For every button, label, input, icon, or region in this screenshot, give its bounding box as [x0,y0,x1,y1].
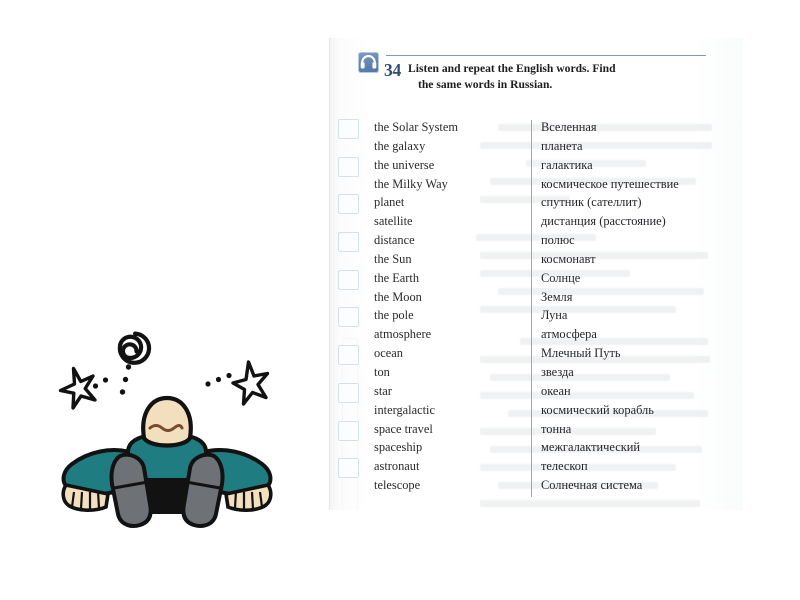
russian-word: космонавт [541,251,596,266]
checkbox-cell [334,250,364,269]
instruction-line-2: the same words in Russian. [418,77,553,91]
checkbox-cell [334,363,364,382]
exercise-instruction: Listen and repeat the English words. Fin… [408,61,708,92]
header-rule [386,55,706,56]
table-row: planet спутник (сателлит) [338,193,730,215]
russian-word: атмосфера [541,327,597,342]
english-word: the Sun [374,251,412,266]
russian-word: тонна [541,421,572,436]
russian-word: спутник (сателлит) [541,195,642,210]
checkbox-cell [334,401,364,420]
table-row: the Milky Way космическое путешествие [374,175,730,194]
english-word: astronaut [374,459,420,474]
headphones-icon [358,52,379,73]
checkbox-cell [334,344,364,366]
dot-trail-center [119,364,132,395]
checkbox-cell [334,212,364,231]
table-row: the Solar System Вселенная [338,118,730,139]
russian-word: Вселенная [541,120,597,134]
english-word: the Milky Way [374,176,448,191]
russian-word: Земля [541,289,573,304]
russian-word: дистанция (расстояние) [541,214,666,229]
english-word: ton [374,364,390,379]
english-word: atmosphere [374,327,432,342]
checkbox-cell [334,269,364,290]
table-row: atmosphere атмосфера [374,325,730,344]
star-icon-left [58,366,97,410]
checkbox-cell [334,457,364,479]
exercise-number: 34 [384,60,401,80]
table-row: distance полюс [338,231,730,253]
russian-word: полюс [541,233,575,248]
checkbox-cell [334,118,364,139]
russian-word: Солнечная система [541,478,643,493]
russian-word: Млечный Путь [541,346,621,361]
checkbox-cell [334,175,364,194]
russian-word: океан [541,383,571,398]
table-rows-container: the Solar System Вселенная the galaxy плане… [338,118,730,495]
word-pair-table: the Solar System Вселенная the galaxy плане… [338,118,730,497]
english-word: satellite [374,214,413,229]
english-word: the Solar System [374,120,458,134]
table-row: the pole Луна [338,306,730,328]
english-word: the Moon [374,289,422,304]
checkbox-cell [334,438,364,457]
checkbox-cell [334,156,364,177]
table-row: telescope Солнечная система [374,476,730,495]
instruction-line-1: Listen and repeat the English words. Fin… [408,62,616,75]
table-row: the Earth Солнце [338,269,730,290]
russian-word: галактика [541,157,593,172]
english-word: the galaxy [374,138,426,153]
russian-word: межгалактический [541,440,640,455]
russian-word: космическое путешествие [541,176,679,191]
checkbox-cell [334,288,364,307]
russian-word: планета [541,138,583,153]
russian-word: космический корабль [541,402,654,417]
checkbox-cell [334,306,364,328]
english-word: intergalactic [374,402,436,417]
checkbox-cell [334,382,364,403]
russian-word: звезда [541,364,574,379]
checkbox-cell [334,193,364,215]
head [141,395,193,448]
russian-word: Солнце [541,270,581,285]
english-word: distance [374,233,415,248]
english-word: the universe [374,157,435,172]
spiral-icon [117,331,152,365]
table-row: spaceship межгалактический [374,438,730,457]
table-row: the Moon Земля [374,288,730,307]
table-row: satellite дистанция (расстояние) [374,212,730,231]
table-row: the galaxy планета [374,137,730,156]
english-word: the Earth [374,270,420,285]
table-row: intergalactic космический корабль [374,401,730,420]
english-word: spaceship [374,440,423,455]
english-word: planet [374,195,405,210]
textbook-page-panel: 34 Listen and repeat the English words. … [329,38,743,510]
english-word: the pole [374,308,414,323]
dizzy-sitting-cartoon-figure [52,328,292,533]
table-row: star океан [338,382,730,403]
table-row: space travel тонна [338,420,730,441]
table-row: ton звезда [374,363,730,382]
dot-trail-right [205,372,232,387]
checkbox-cell [334,420,364,441]
checkbox-cell [334,476,364,495]
checkbox-cell [334,325,364,344]
checkbox-cell [334,137,364,156]
english-word: telescope [374,478,421,493]
english-word: space travel [374,421,433,436]
russian-word: телескоп [541,459,588,474]
english-word: star [374,383,392,398]
checkbox-cell [334,231,364,253]
table-row: the universe галактика [338,156,730,177]
english-word: ocean [374,346,403,361]
table-row: the Sun космонавт [374,250,730,269]
table-row: ocean Млечный Путь [338,344,730,366]
star-icon-right [231,360,270,406]
table-row: astronaut телескоп [338,457,730,479]
russian-word: Луна [541,308,568,323]
